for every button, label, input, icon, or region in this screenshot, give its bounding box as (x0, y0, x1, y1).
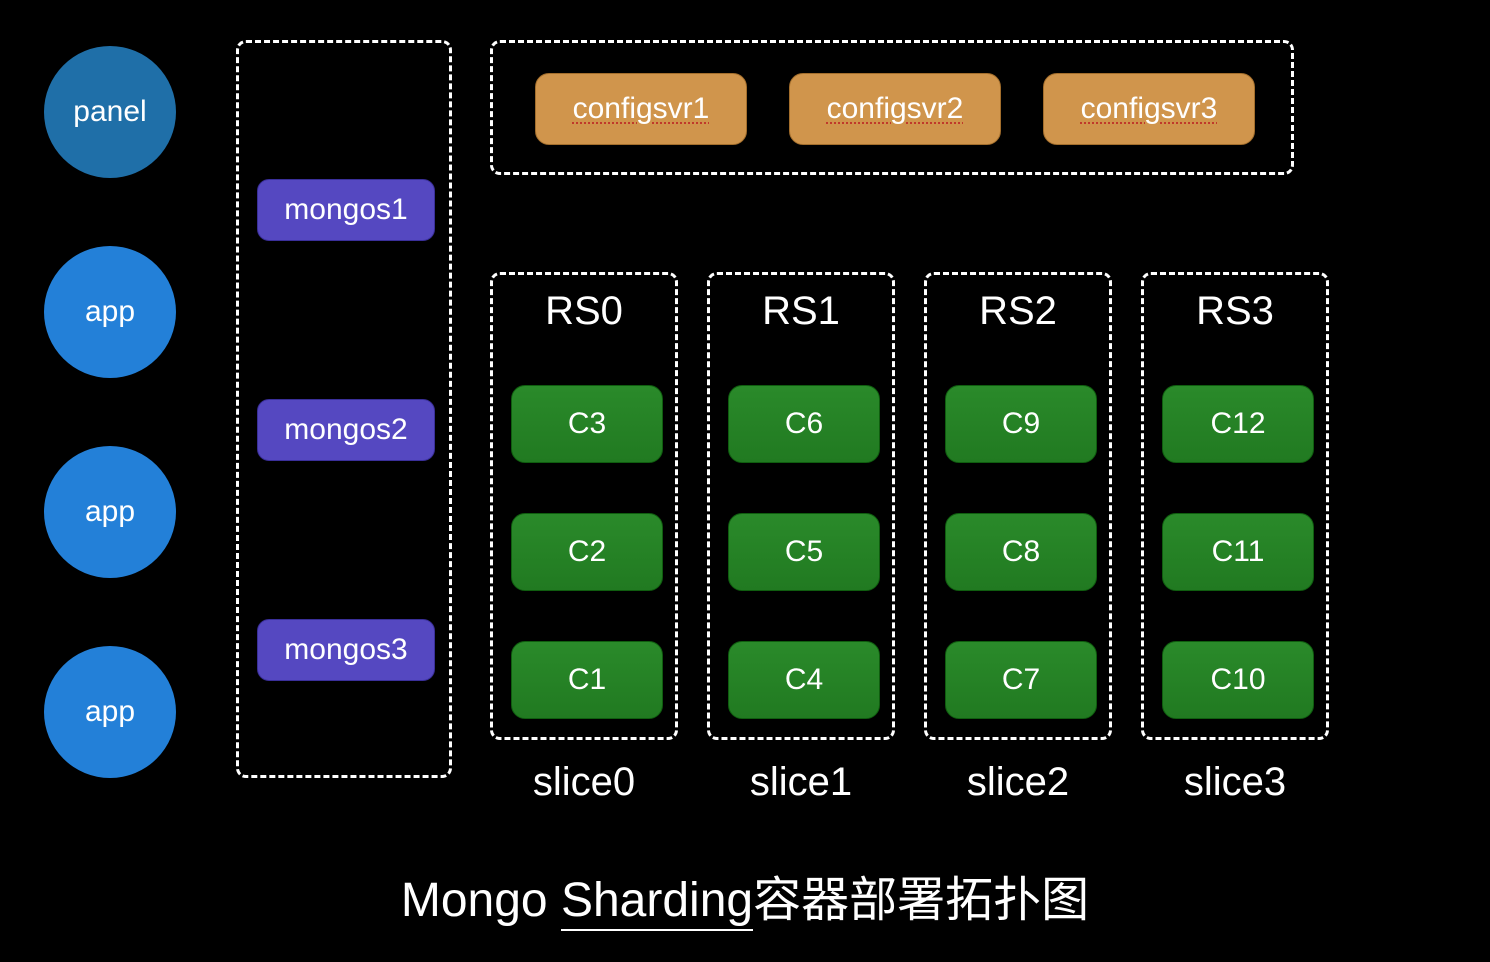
configsvr-3: configsvr3 (1043, 73, 1255, 145)
container-label: C12 (1210, 407, 1265, 441)
configsvr-1: configsvr1 (535, 73, 747, 145)
shard-container: C3 (511, 385, 663, 463)
mongos-node-2: mongos2 (257, 399, 435, 461)
shard-container: C10 (1162, 641, 1314, 719)
container-label: C5 (785, 535, 823, 569)
shard-container: C2 (511, 513, 663, 591)
container-label: C4 (785, 663, 823, 697)
slice-label-2: slice2 (924, 760, 1112, 805)
shard-container: C12 (1162, 385, 1314, 463)
rs-title: RS1 (710, 289, 892, 334)
client-label: app (85, 495, 135, 529)
rs-title: RS3 (1144, 289, 1326, 334)
shard-container: C1 (511, 641, 663, 719)
configsvr-label: configsvr1 (573, 92, 710, 126)
client-label: panel (73, 95, 146, 129)
client-app-1: app (44, 246, 176, 378)
shard-container: C11 (1162, 513, 1314, 591)
mongos-label: mongos2 (284, 413, 407, 447)
mongos-node-3: mongos3 (257, 619, 435, 681)
mongos-label: mongos3 (284, 633, 407, 667)
configsvr-2: configsvr2 (789, 73, 1001, 145)
container-label: C9 (1002, 407, 1040, 441)
replicaset-rs0: RS0 C3 C2 C1 (490, 272, 678, 740)
replicaset-rs1: RS1 C6 C5 C4 (707, 272, 895, 740)
slice-label-3: slice3 (1141, 760, 1329, 805)
shard-container: C6 (728, 385, 880, 463)
rs-title: RS2 (927, 289, 1109, 334)
container-label: C2 (568, 535, 606, 569)
diagram-title: Mongo Sharding容器部署拓扑图 (0, 860, 1490, 930)
client-app-3: app (44, 646, 176, 778)
client-label: app (85, 695, 135, 729)
container-label: C1 (568, 663, 606, 697)
shard-container: C7 (945, 641, 1097, 719)
replicaset-rs2: RS2 C9 C8 C7 (924, 272, 1112, 740)
container-label: C11 (1212, 535, 1265, 569)
shard-container: C8 (945, 513, 1097, 591)
shard-container: C4 (728, 641, 880, 719)
shard-container: C9 (945, 385, 1097, 463)
container-label: C7 (1002, 663, 1040, 697)
client-app-2: app (44, 446, 176, 578)
configsvr-group: configsvr1 configsvr2 configsvr3 (490, 40, 1294, 175)
container-label: C10 (1210, 663, 1265, 697)
title-underlined: Sharding (561, 874, 753, 931)
rs-title: RS0 (493, 289, 675, 334)
container-label: C6 (785, 407, 823, 441)
slice-label-1: slice1 (707, 760, 895, 805)
title-prefix: Mongo (401, 874, 561, 927)
container-label: C3 (568, 407, 606, 441)
diagram-stage: panel app app app mongos1 mongos2 mongos… (0, 0, 1490, 962)
client-panel: panel (44, 46, 176, 178)
shard-container: C5 (728, 513, 880, 591)
slice-label-0: slice0 (490, 760, 678, 805)
configsvr-label: configsvr2 (827, 92, 964, 126)
title-suffix: 容器部署拓扑图 (753, 874, 1089, 927)
configsvr-label: configsvr3 (1081, 92, 1218, 126)
client-label: app (85, 295, 135, 329)
mongos-group: mongos1 mongos2 mongos3 (236, 40, 452, 778)
container-label: C8 (1002, 535, 1040, 569)
mongos-label: mongos1 (284, 193, 407, 227)
mongos-node-1: mongos1 (257, 179, 435, 241)
replicaset-rs3: RS3 C12 C11 C10 (1141, 272, 1329, 740)
